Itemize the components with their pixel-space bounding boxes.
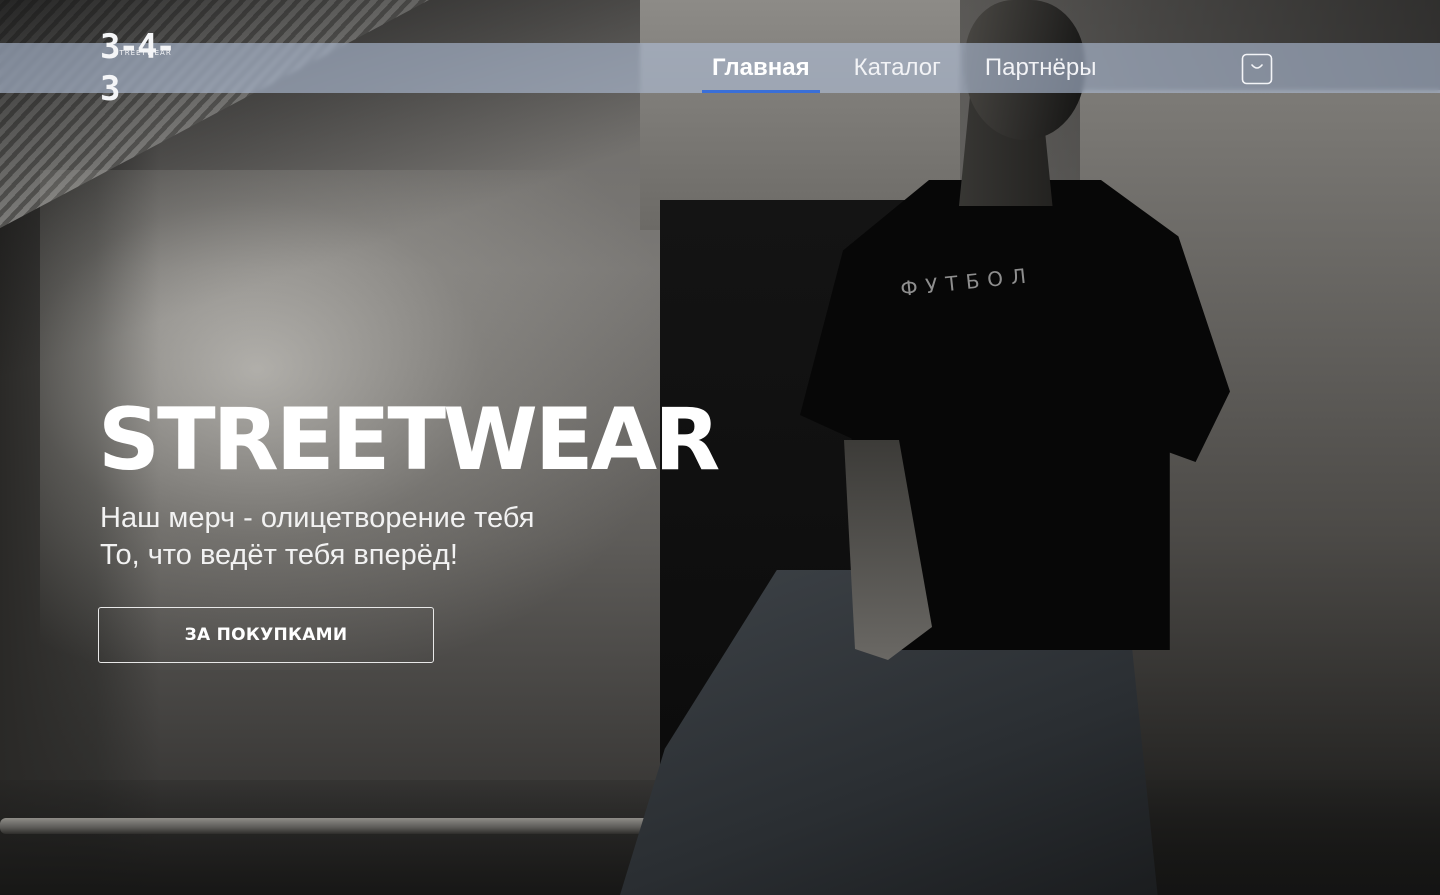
nav-item-home[interactable]: Главная — [702, 43, 820, 93]
hero-subtitle-line-2: То, что ведёт тебя вперёд! — [100, 539, 458, 571]
site-header: STREETWEAR 3-4-3 Главная Каталог Партнёр… — [0, 27, 1440, 109]
shop-now-button[interactable]: ЗА ПОКУПКАМИ — [98, 607, 434, 663]
cart-button[interactable] — [1240, 52, 1274, 86]
nav-item-catalog[interactable]: Каталог — [844, 43, 951, 93]
brand-logo[interactable]: STREETWEAR 3-4-3 — [100, 27, 178, 109]
pipe — [0, 818, 650, 834]
hero-subtitle-line-1: Наш мерч - олицетворение тебя — [100, 502, 535, 534]
hero-title: STREETWEAR — [98, 390, 720, 490]
nav-item-partners[interactable]: Партнёры — [975, 43, 1107, 93]
logo-tagline: STREETWEAR — [114, 49, 172, 57]
main-nav: Главная Каталог Партнёры — [702, 43, 1130, 93]
shopping-bag-icon — [1241, 53, 1273, 85]
hero-subtitle: Наш мерч - олицетворение тебя То, что ве… — [100, 500, 534, 574]
logo-digits: 3-4-3 — [100, 27, 176, 109]
